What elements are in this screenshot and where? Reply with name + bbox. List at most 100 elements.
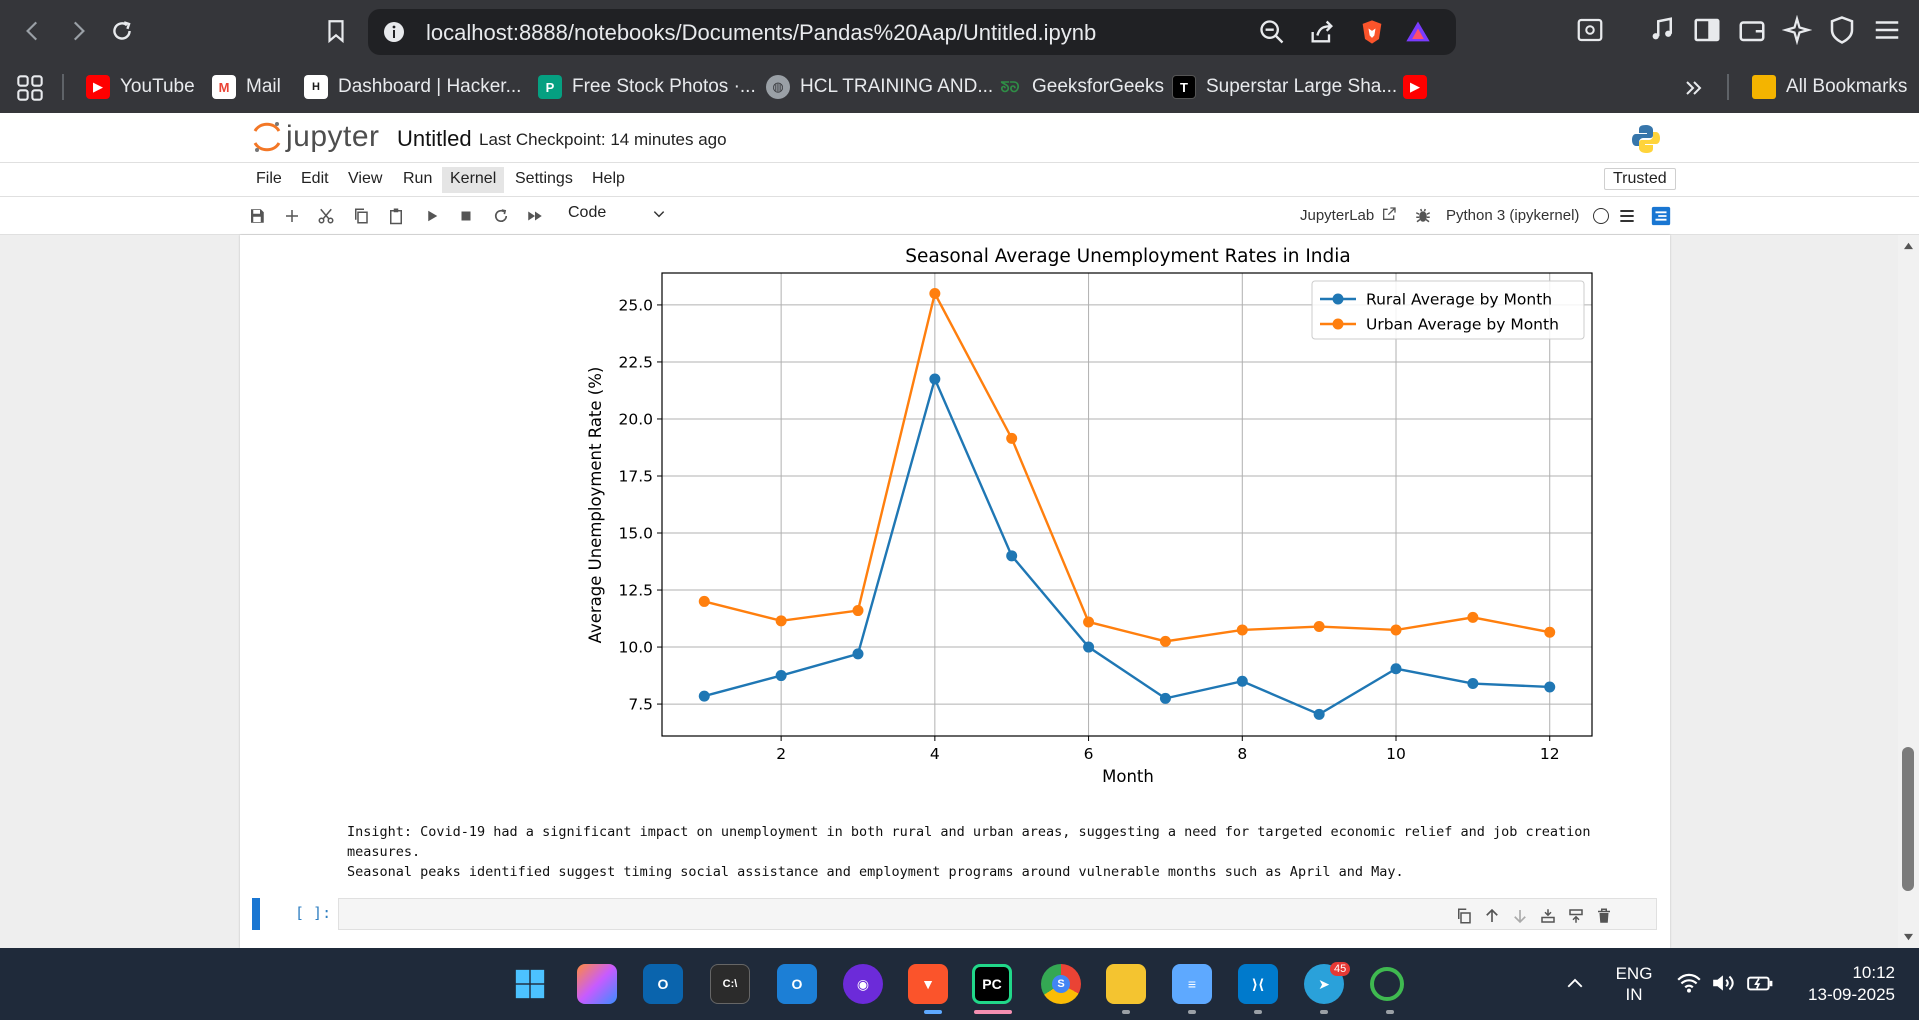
outlook-new-icon[interactable]: O bbox=[777, 964, 817, 1004]
gmail-icon: M bbox=[212, 75, 236, 99]
battery-icon[interactable] bbox=[1746, 972, 1774, 994]
jupyterlab-link[interactable]: JupyterLab bbox=[1300, 207, 1374, 224]
jupyter-logo[interactable]: jupyter bbox=[252, 119, 380, 155]
bookmark-hcl-training[interactable]: ◍ HCL TRAINING AND... bbox=[766, 72, 993, 102]
bookmark-label: HCL TRAINING AND... bbox=[800, 76, 994, 97]
scroll-down-icon[interactable] bbox=[1903, 933, 1914, 942]
menu-kernel[interactable]: Kernel bbox=[442, 167, 505, 193]
share-icon[interactable] bbox=[1308, 18, 1336, 46]
run-button[interactable] bbox=[421, 205, 443, 227]
chrome-icon[interactable]: S bbox=[1041, 964, 1081, 1004]
paste-button[interactable] bbox=[385, 205, 407, 227]
volume-icon[interactable] bbox=[1711, 972, 1737, 994]
cut-button[interactable] bbox=[315, 205, 337, 227]
file-explorer-icon[interactable] bbox=[1106, 964, 1146, 1004]
reload-button[interactable] bbox=[104, 13, 140, 49]
restart-button[interactable] bbox=[490, 205, 512, 227]
insert-cell-button[interactable] bbox=[281, 205, 303, 227]
interrupt-button[interactable] bbox=[455, 205, 477, 227]
menu-run[interactable]: Run bbox=[395, 167, 440, 193]
save-button[interactable] bbox=[246, 205, 268, 227]
bookmark-hackerrank[interactable]: H Dashboard | Hacker... bbox=[304, 72, 521, 102]
toc-icon[interactable] bbox=[1650, 205, 1672, 227]
bookmark-youtube[interactable]: ▶ YouTube bbox=[86, 72, 195, 102]
notebook-title[interactable]: Untitled bbox=[397, 126, 472, 152]
pycharm-icon[interactable]: PC bbox=[972, 964, 1012, 1004]
insert-below-icon[interactable] bbox=[1567, 907, 1585, 925]
menu-file[interactable]: File bbox=[248, 167, 290, 193]
brave-shields-icon[interactable] bbox=[1358, 18, 1386, 46]
x-tick-label: 4 bbox=[930, 745, 940, 763]
series-line bbox=[703, 290, 1550, 643]
external-link-icon[interactable] bbox=[1381, 206, 1397, 222]
code-cell-input[interactable] bbox=[338, 898, 1657, 930]
data-point bbox=[1159, 692, 1171, 704]
bookmark-page-button[interactable] bbox=[318, 13, 354, 49]
copilot-icon[interactable] bbox=[577, 964, 617, 1004]
insert-above-icon[interactable] bbox=[1539, 907, 1557, 925]
menu-settings[interactable]: Settings bbox=[507, 167, 581, 193]
leo-ai-icon[interactable] bbox=[1782, 15, 1812, 45]
apps-grid-icon[interactable] bbox=[16, 74, 44, 102]
notepad-icon[interactable]: ≡ bbox=[1172, 964, 1212, 1004]
move-up-icon[interactable] bbox=[1483, 907, 1501, 925]
menu-help[interactable]: Help bbox=[584, 167, 633, 193]
url-text[interactable]: localhost:8888/notebooks/Documents/Panda… bbox=[426, 20, 1096, 46]
vscode-icon[interactable]: ⟩⟨ bbox=[1238, 964, 1278, 1004]
legend-marker bbox=[1332, 293, 1344, 305]
sidebar-icon[interactable] bbox=[1692, 15, 1722, 45]
outlook-icon[interactable]: O bbox=[643, 964, 683, 1004]
all-bookmarks-folder[interactable]: All Bookmarks bbox=[1752, 72, 1907, 102]
podcast-icon[interactable]: ◉ bbox=[843, 964, 883, 1004]
trusted-badge[interactable]: Trusted bbox=[1604, 168, 1676, 190]
system-clock[interactable]: 10:12 13-09-2025 bbox=[1775, 962, 1895, 1006]
bookmark-geeksforgeeks[interactable]: ᘕᘐ GeeksforGeeks bbox=[998, 72, 1164, 102]
forward-arrow-icon bbox=[73, 21, 85, 41]
site-info-icon[interactable] bbox=[382, 20, 406, 44]
scroll-thumb[interactable] bbox=[1902, 747, 1914, 891]
language-indicator[interactable]: ENG IN bbox=[1612, 963, 1656, 1005]
tab-search-icon[interactable] bbox=[1575, 15, 1605, 45]
terminal-icon[interactable]: C:\ bbox=[710, 964, 750, 1004]
vpn-shield-icon[interactable] bbox=[1827, 15, 1857, 45]
kernel-name[interactable]: Python 3 (ipykernel) bbox=[1446, 207, 1579, 224]
bookmark-superstar[interactable]: T Superstar Large Sha... bbox=[1172, 72, 1397, 102]
wallet-icon[interactable] bbox=[1737, 15, 1767, 45]
windows-start-icon[interactable] bbox=[510, 964, 550, 1004]
brave-rewards-icon[interactable] bbox=[1404, 18, 1432, 46]
x-tick-label: 6 bbox=[1084, 745, 1094, 763]
delete-cell-icon[interactable] bbox=[1595, 907, 1613, 925]
bookmarks-bar: ▶ YouTube M Mail H Dashboard | Hacker...… bbox=[0, 62, 1919, 113]
copy-button[interactable] bbox=[350, 205, 372, 227]
all-bookmarks-label: All Bookmarks bbox=[1786, 76, 1908, 97]
bookmark-label: Superstar Large Sha... bbox=[1206, 76, 1398, 97]
chevron-up-icon[interactable] bbox=[1566, 976, 1584, 990]
forward-button[interactable] bbox=[60, 13, 96, 49]
bookmark-youtube-2[interactable]: ▶ bbox=[1403, 72, 1427, 102]
refresh-app-icon[interactable] bbox=[1370, 967, 1404, 1001]
list-icon[interactable] bbox=[1617, 206, 1637, 226]
scroll-up-icon[interactable] bbox=[1903, 241, 1914, 250]
debugger-icon[interactable] bbox=[1414, 206, 1432, 224]
fast-forward-icon bbox=[528, 211, 542, 221]
bookmark-mail[interactable]: M Mail bbox=[212, 72, 281, 102]
wifi-icon[interactable] bbox=[1676, 972, 1702, 994]
zoom-out-icon[interactable] bbox=[1258, 18, 1286, 46]
move-down-icon[interactable] bbox=[1511, 907, 1529, 925]
address-bar[interactable]: localhost:8888/notebooks/Documents/Panda… bbox=[368, 9, 1456, 55]
menu-icon[interactable] bbox=[1872, 15, 1902, 45]
more-bookmarks-icon[interactable] bbox=[1682, 76, 1706, 100]
media-controls-icon[interactable] bbox=[1647, 15, 1677, 45]
bookmark-label: Mail bbox=[246, 76, 281, 97]
reload-icon bbox=[113, 21, 131, 40]
grid bbox=[662, 273, 1592, 736]
brave-icon[interactable]: ▼ bbox=[908, 964, 948, 1004]
chevron-down-icon[interactable] bbox=[652, 207, 666, 221]
restart-run-all-button[interactable] bbox=[524, 205, 546, 227]
back-button[interactable] bbox=[15, 13, 51, 49]
notebook-scrollbar[interactable] bbox=[1898, 235, 1919, 948]
bookmark-pexels[interactable]: P Free Stock Photos ·... bbox=[538, 72, 756, 102]
menu-view[interactable]: View bbox=[340, 167, 390, 193]
menu-edit[interactable]: Edit bbox=[293, 167, 337, 193]
duplicate-cell-icon[interactable] bbox=[1455, 907, 1473, 925]
